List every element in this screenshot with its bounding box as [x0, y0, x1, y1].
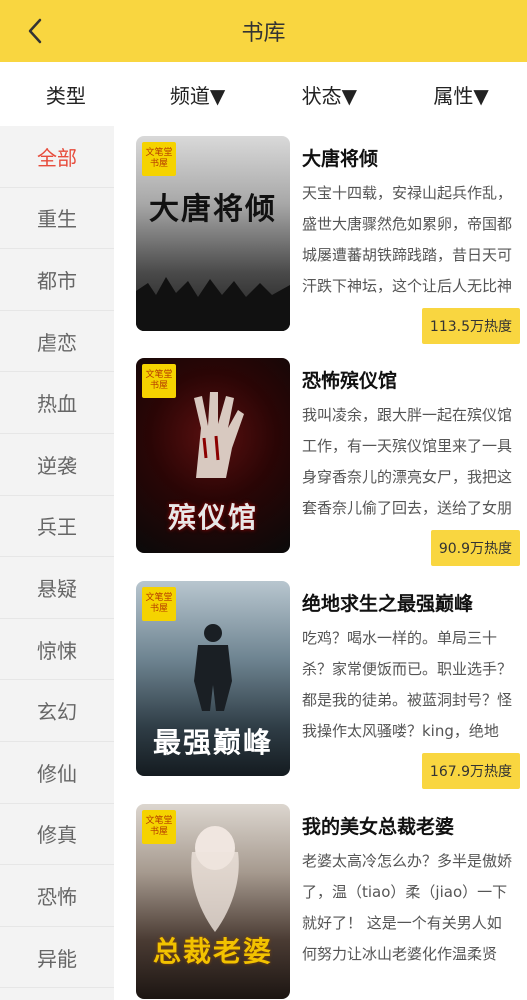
category-item[interactable]: 惊悚: [0, 619, 114, 681]
heat-badge: 90.9万热度: [430, 530, 520, 566]
category-item[interactable]: 恐怖: [0, 865, 114, 927]
cover-badge: 文笔堂书屋: [142, 364, 176, 398]
book-item[interactable]: 文笔堂书屋 大唐将倾 大唐将倾 天宝十四载，安禄山起兵作乱，盛世大唐骤然危如累卵…: [136, 136, 520, 344]
cover-title: 最强巅峰: [152, 726, 273, 759]
cover-title: 大唐将倾: [149, 192, 277, 227]
category-item[interactable]: 都市: [0, 249, 114, 311]
book-title: 大唐将倾: [302, 148, 379, 170]
heat-badge: 113.5万热度: [421, 308, 520, 344]
filter-channel[interactable]: 频道▼: [132, 80, 264, 109]
category-sidebar: 全部 重生 都市 虐恋 热血 逆袭 兵王 悬疑 惊悚 玄幻 修仙 修真 恐怖 异…: [0, 126, 114, 1000]
category-item[interactable]: 玄幻: [0, 680, 114, 742]
category-item[interactable]: 虐恋: [0, 311, 114, 373]
category-item[interactable]: 修真: [0, 804, 114, 866]
book-description: 吃鸡？喝水一样的。单局三十杀？家常便饭而已。职业选手？都是我的徒弟。被蓝洞封号？…: [302, 629, 512, 740]
book-title: 绝地求生之最强巅峰: [302, 593, 474, 615]
category-item[interactable]: 热血: [0, 372, 114, 434]
book-title: 恐怖殡仪馆: [302, 370, 398, 392]
filter-status[interactable]: 状态▼: [264, 80, 396, 109]
back-button[interactable]: [18, 14, 52, 48]
book-cover[interactable]: 文笔堂书屋 大唐将倾: [136, 136, 290, 331]
book-item[interactable]: 文笔堂书屋 殡仪馆 恐怖殡仪馆 我叫凌余，跟大胖一起在殡仪馆工作，有一天殡仪馆里…: [136, 358, 520, 566]
category-item[interactable]: 异能: [0, 927, 114, 989]
category-item[interactable]: 逆袭: [0, 434, 114, 496]
category-item[interactable]: 兵王: [0, 496, 114, 558]
book-cover[interactable]: 文笔堂书屋 总裁老婆: [136, 804, 290, 999]
book-description: 天宝十四载，安禄山起兵作乱，盛世大唐骤然危如累卵，帝国都城屡遭蕃胡铁蹄践踏，昔日…: [302, 184, 512, 295]
filter-attribute[interactable]: 属性▼: [395, 80, 527, 109]
woman-illustration: [191, 826, 239, 932]
category-item-all[interactable]: 全部: [0, 126, 114, 188]
cover-badge: 文笔堂书屋: [142, 587, 176, 621]
cover-title: 总裁老婆: [152, 935, 273, 968]
chevron-left-icon: [28, 18, 42, 44]
category-item[interactable]: 重生: [0, 188, 114, 250]
book-cover[interactable]: 文笔堂书屋 最强巅峰: [136, 581, 290, 776]
book-description: 我叫凌余，跟大胖一起在殡仪馆工作，有一天殡仪馆里来了一具身穿香奈儿的漂亮女尸，我…: [302, 406, 512, 517]
category-item[interactable]: 修仙: [0, 742, 114, 804]
book-description: 老婆太高冷怎么办？多半是傲娇了，温（tiao）柔（jiao）一下就好了！ 这是一…: [302, 852, 512, 963]
cover-badge: 文笔堂书屋: [142, 810, 176, 844]
hand-illustration: [194, 392, 244, 478]
battle-silhouette: [136, 277, 290, 331]
filter-type[interactable]: 类型: [0, 80, 132, 109]
header-bar: 书库: [0, 0, 527, 62]
book-item[interactable]: 文笔堂书屋 最强巅峰 绝地求生之最强巅峰 吃鸡？喝水一样的。单局三十杀？家常便饭…: [136, 581, 520, 789]
heat-badge: 167.9万热度: [421, 753, 520, 789]
book-list: 文笔堂书屋 大唐将倾 大唐将倾 天宝十四载，安禄山起兵作乱，盛世大唐骤然危如累卵…: [114, 126, 527, 1000]
cover-title: 殡仪馆: [167, 501, 258, 534]
book-item[interactable]: 文笔堂书屋 总裁老婆 我的美女总裁老婆 老婆太高冷怎么办？多半是傲娇了，温（ti…: [136, 804, 516, 999]
category-item[interactable]: 悬疑: [0, 557, 114, 619]
page-title: 书库: [241, 21, 286, 46]
book-title: 我的美女总裁老婆: [302, 816, 455, 838]
book-cover[interactable]: 文笔堂书屋 殡仪馆: [136, 358, 290, 553]
filter-bar: 类型 频道▼ 状态▼ 属性▼: [0, 62, 527, 126]
cover-badge: 文笔堂书屋: [142, 142, 176, 176]
soldier-silhouette: [194, 624, 232, 711]
